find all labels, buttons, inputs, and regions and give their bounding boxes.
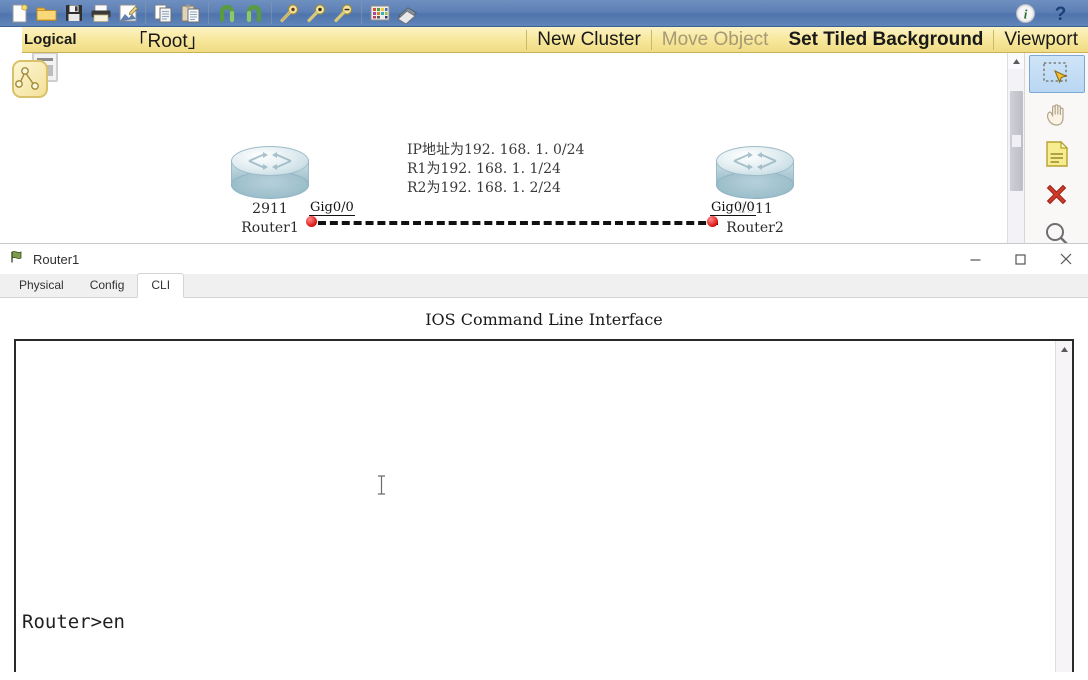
router1-window-icon [10,249,25,269]
paste-icon[interactable] [177,1,204,26]
cli-scroll-up-arrow-icon[interactable] [1056,341,1072,357]
close-button[interactable] [1043,244,1088,274]
router1-tabbar: Physical Config CLI [0,273,1088,298]
router2-body [716,146,794,199]
tab-physical[interactable]: Physical [6,274,77,297]
viewbar-left-corner [0,27,22,53]
cli-top-spacer [22,405,1052,550]
text-cursor-icon [377,475,386,495]
ethernet-link[interactable] [318,221,718,225]
root-tag-shape [12,60,48,98]
packet-tracer-app: i ? Logical 「Root」 New Cluster Move Obje… [0,0,1088,680]
delete-tool[interactable] [1029,175,1085,213]
cli-output-text[interactable]: Router>en Router>enable Router#conf Rout… [22,347,1052,680]
logical-topology-canvas[interactable]: IP地址为192. 168. 1. 0/24 R1为192. 168. 1. 1… [0,53,1007,243]
ip-address-note: IP地址为192. 168. 1. 0/24 R1为192. 168. 1. 1… [407,141,584,198]
toolbar-separator-4 [361,2,362,24]
menu-item-set-tiled-background[interactable]: Set Tiled Background [778,27,993,52]
zoom-reset-icon[interactable] [303,1,330,26]
router1-arrows-icon [248,152,292,170]
maximize-button[interactable] [998,244,1043,274]
window-bottom-strip [0,672,1088,680]
palette-icon[interactable] [366,1,393,26]
minimize-button[interactable] [953,244,998,274]
toolbar-separator-1 [145,2,146,24]
save-icon[interactable] [60,1,87,26]
router1-window-titlebar[interactable]: Router1 [0,244,1088,274]
tab-config[interactable]: Config [76,274,138,297]
router1-device-window: Router1 Physical Config CLI IOS Command … [0,243,1088,680]
canvas-vertical-scrollbar[interactable] [1007,53,1024,243]
new-file-icon[interactable] [6,1,33,26]
breadcrumb-root[interactable]: 「Root」 [91,27,217,52]
menu-item-new-cluster[interactable]: New Cluster [527,27,650,52]
toolbar-separator-2 [208,2,209,24]
ip-note-line-3: R2为192. 168. 1. 2/24 [407,180,561,196]
interface-label-router1: Gig0/0 [309,200,355,216]
scroll-up-arrow-icon[interactable] [1008,53,1024,69]
router2-arrows-icon [733,152,777,170]
info-icon[interactable]: i [1012,1,1039,26]
custom-devices-icon[interactable] [393,1,420,26]
select-tool[interactable] [1028,55,1085,93]
redo-icon[interactable] [240,1,267,26]
zoom-in-icon[interactable] [276,1,303,26]
router1-body [231,146,309,199]
canvas-tool-palette [1024,53,1088,246]
cli-caption: IOS Command Line Interface [0,298,1088,339]
root-cluster-icon[interactable] [12,53,58,102]
cli-line: Router>en [22,611,125,633]
cli-terminal[interactable]: Router>en Router>enable Router#conf Rout… [14,339,1074,680]
place-note-tool[interactable] [1029,135,1085,173]
svg-text:?: ? [1055,4,1067,24]
cli-vertical-scrollbar[interactable] [1055,341,1072,680]
view-menu-bar: Logical 「Root」 New Cluster Move Object S… [0,27,1088,53]
pan-hand-tool[interactable] [1029,95,1085,133]
zoom-out-icon[interactable] [330,1,357,26]
menu-item-viewport[interactable]: Viewport [994,27,1088,52]
svg-text:i: i [1024,6,1028,21]
menu-item-move-object[interactable]: Move Object [652,27,779,52]
ip-note-line-2: R1为192. 168. 1. 1/24 [407,161,561,177]
activity-wizard-icon[interactable] [114,1,141,26]
undo-icon[interactable] [213,1,240,26]
router1-window-controls [953,244,1088,274]
link-port-status-router2 [707,216,718,227]
toolbar-separator-3 [271,2,272,24]
help-icon[interactable]: ? [1047,1,1074,26]
canvas-scroll-thumb[interactable] [1010,91,1023,191]
copy-icon[interactable] [150,1,177,26]
tab-cli[interactable]: CLI [137,273,185,298]
ip-note-line-1: IP地址为192. 168. 1. 0/24 [407,142,585,158]
link-port-status-router1 [306,216,317,227]
router1-window-title: Router1 [33,251,80,267]
interface-label-router2: Gig0/0 [710,200,756,216]
main-toolbar: i ? [0,0,1088,27]
open-folder-icon[interactable] [33,1,60,26]
print-icon[interactable] [87,1,114,26]
